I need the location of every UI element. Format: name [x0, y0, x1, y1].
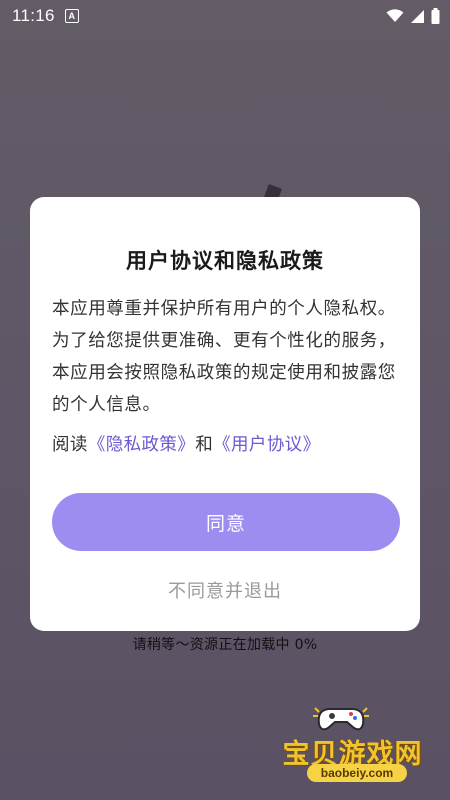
links-conjunction: 和 — [195, 435, 214, 455]
status-bar: 11:16 A — [0, 0, 450, 32]
dialog-body-text: 本应用尊重并保护所有用户的个人隐私权。为了给您提供更准确、更有个性化的服务，本应… — [52, 299, 396, 415]
game-controller-icon — [313, 707, 369, 731]
user-agreement-link[interactable]: 《用户协议》 — [213, 435, 320, 455]
notification-icon: A — [64, 9, 79, 23]
status-icons — [386, 8, 440, 24]
battery-icon — [431, 8, 440, 24]
privacy-policy-link[interactable]: 《隐私政策》 — [88, 435, 195, 455]
disagree-exit-button[interactable]: 不同意并退出 — [30, 577, 420, 603]
signal-icon — [411, 9, 424, 23]
watermark-url: baobeiy.com — [307, 764, 407, 782]
status-time: 11:16 — [12, 6, 55, 25]
loading-status: 请稍等～资源正在加载中 0% — [132, 637, 318, 653]
policy-links: 阅读《隐私政策》和《用户协议》 — [52, 429, 400, 461]
links-prefix: 阅读 — [52, 435, 88, 455]
wifi-icon — [386, 9, 404, 22]
watermark-logo: 宝贝游戏网 baobeiy.com — [265, 700, 440, 790]
privacy-dialog: 用户协议和隐私政策 本应用尊重并保护所有用户的个人隐私权。为了给您提供更准确、更… — [30, 197, 420, 631]
agree-button[interactable]: 同意 — [52, 493, 400, 551]
dialog-title: 用户协议和隐私政策 — [126, 249, 324, 273]
